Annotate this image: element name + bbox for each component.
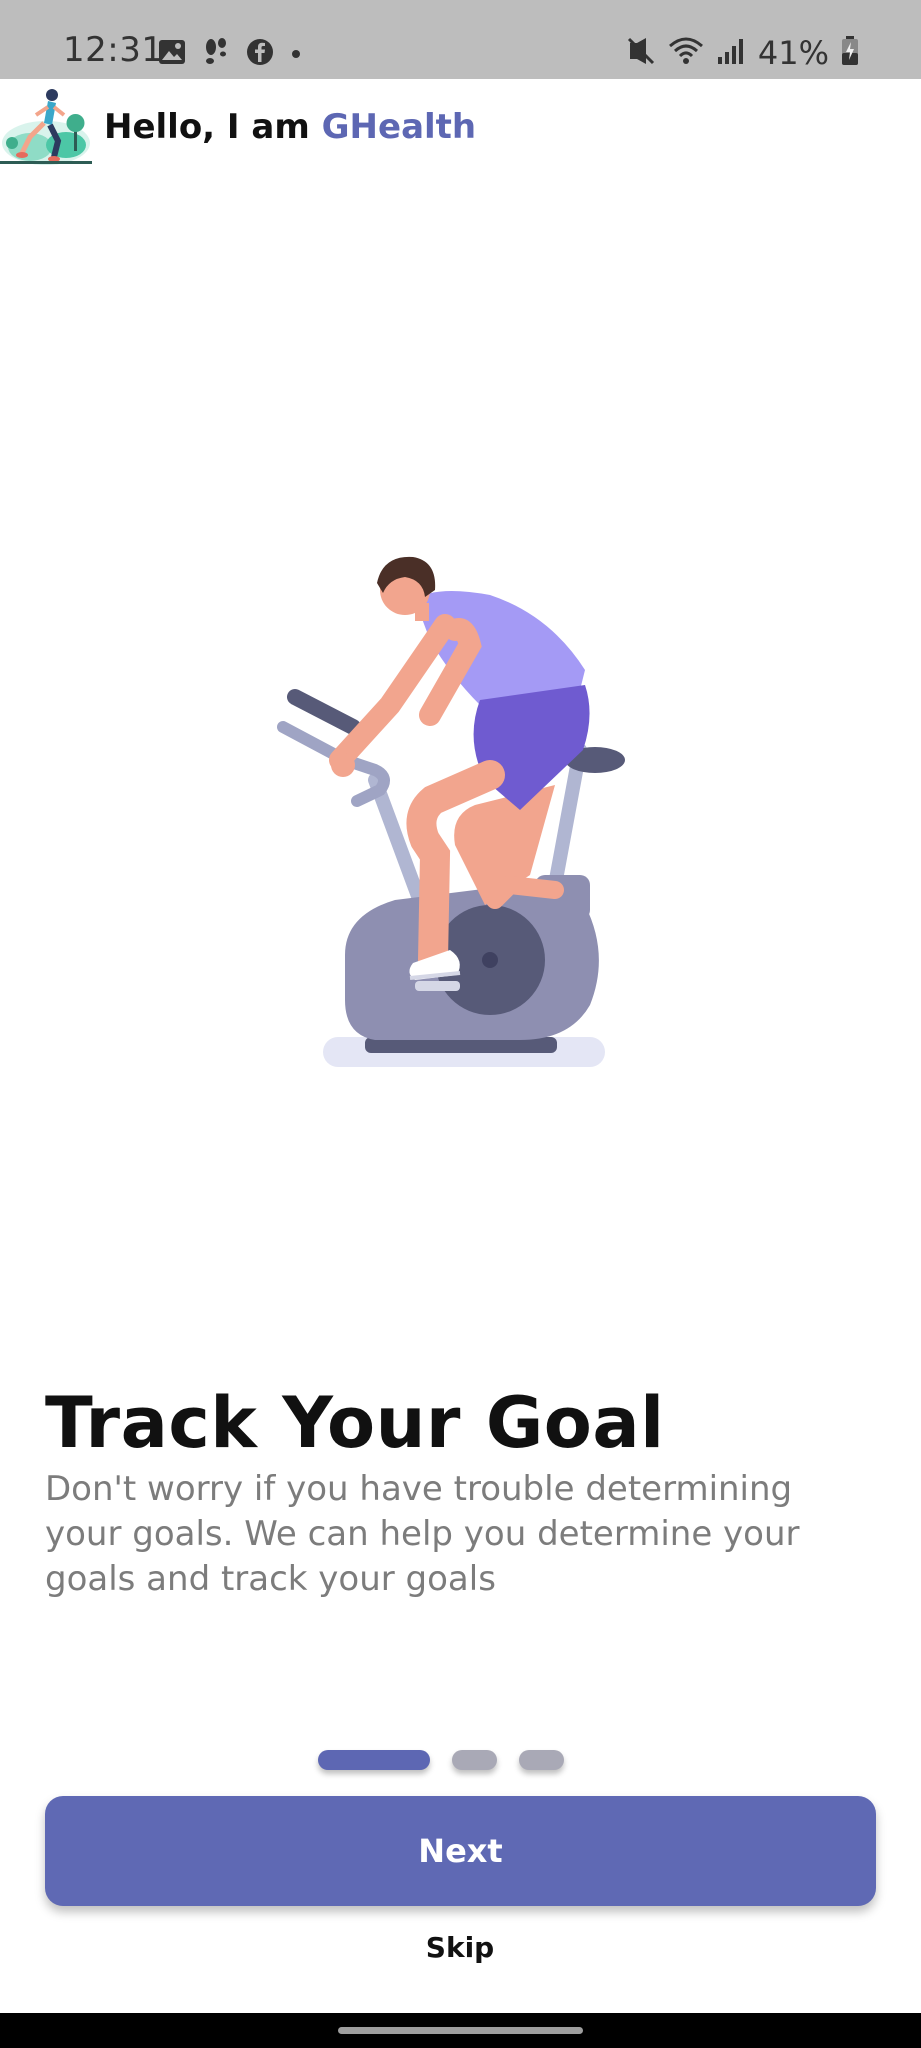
steps-icon <box>202 37 230 71</box>
exercise-bike-illustration <box>265 555 645 1075</box>
system-navigation-bar <box>0 2013 921 2048</box>
page-indicator-dot-2[interactable] <box>452 1750 497 1770</box>
battery-percentage: 41% <box>757 34 829 72</box>
mute-icon <box>626 36 656 70</box>
onboarding-description: Don't worry if you have trouble determin… <box>45 1469 800 1599</box>
page-indicator <box>318 1750 564 1770</box>
status-left-icons <box>158 37 302 71</box>
wifi-icon <box>668 36 704 70</box>
status-time: 12:31 <box>63 30 164 70</box>
app-header: Hello, I am GHealth <box>0 79 921 179</box>
next-button[interactable]: Next <box>45 1796 876 1906</box>
page-indicator-dot-3[interactable] <box>519 1750 564 1770</box>
skip-button[interactable]: Skip <box>360 1925 560 1969</box>
status-bar: 12:31 41% <box>0 0 921 79</box>
greeting-heading: Hello, I am GHealth <box>104 107 476 147</box>
battery-icon <box>841 36 859 70</box>
app-logo-icon <box>0 85 92 167</box>
onboarding-title: Track Your Goal <box>45 1382 665 1464</box>
signal-icon <box>716 37 746 69</box>
dot-icon <box>290 45 302 64</box>
brand-name: GHealth <box>321 107 477 147</box>
facebook-icon <box>246 38 274 70</box>
page-indicator-dot-1[interactable] <box>318 1750 430 1770</box>
home-gesture-bar[interactable] <box>338 2027 583 2034</box>
status-right-icons: 41% <box>626 34 859 72</box>
greeting-text: Hello, I am <box>104 107 322 147</box>
gallery-icon <box>158 39 186 69</box>
